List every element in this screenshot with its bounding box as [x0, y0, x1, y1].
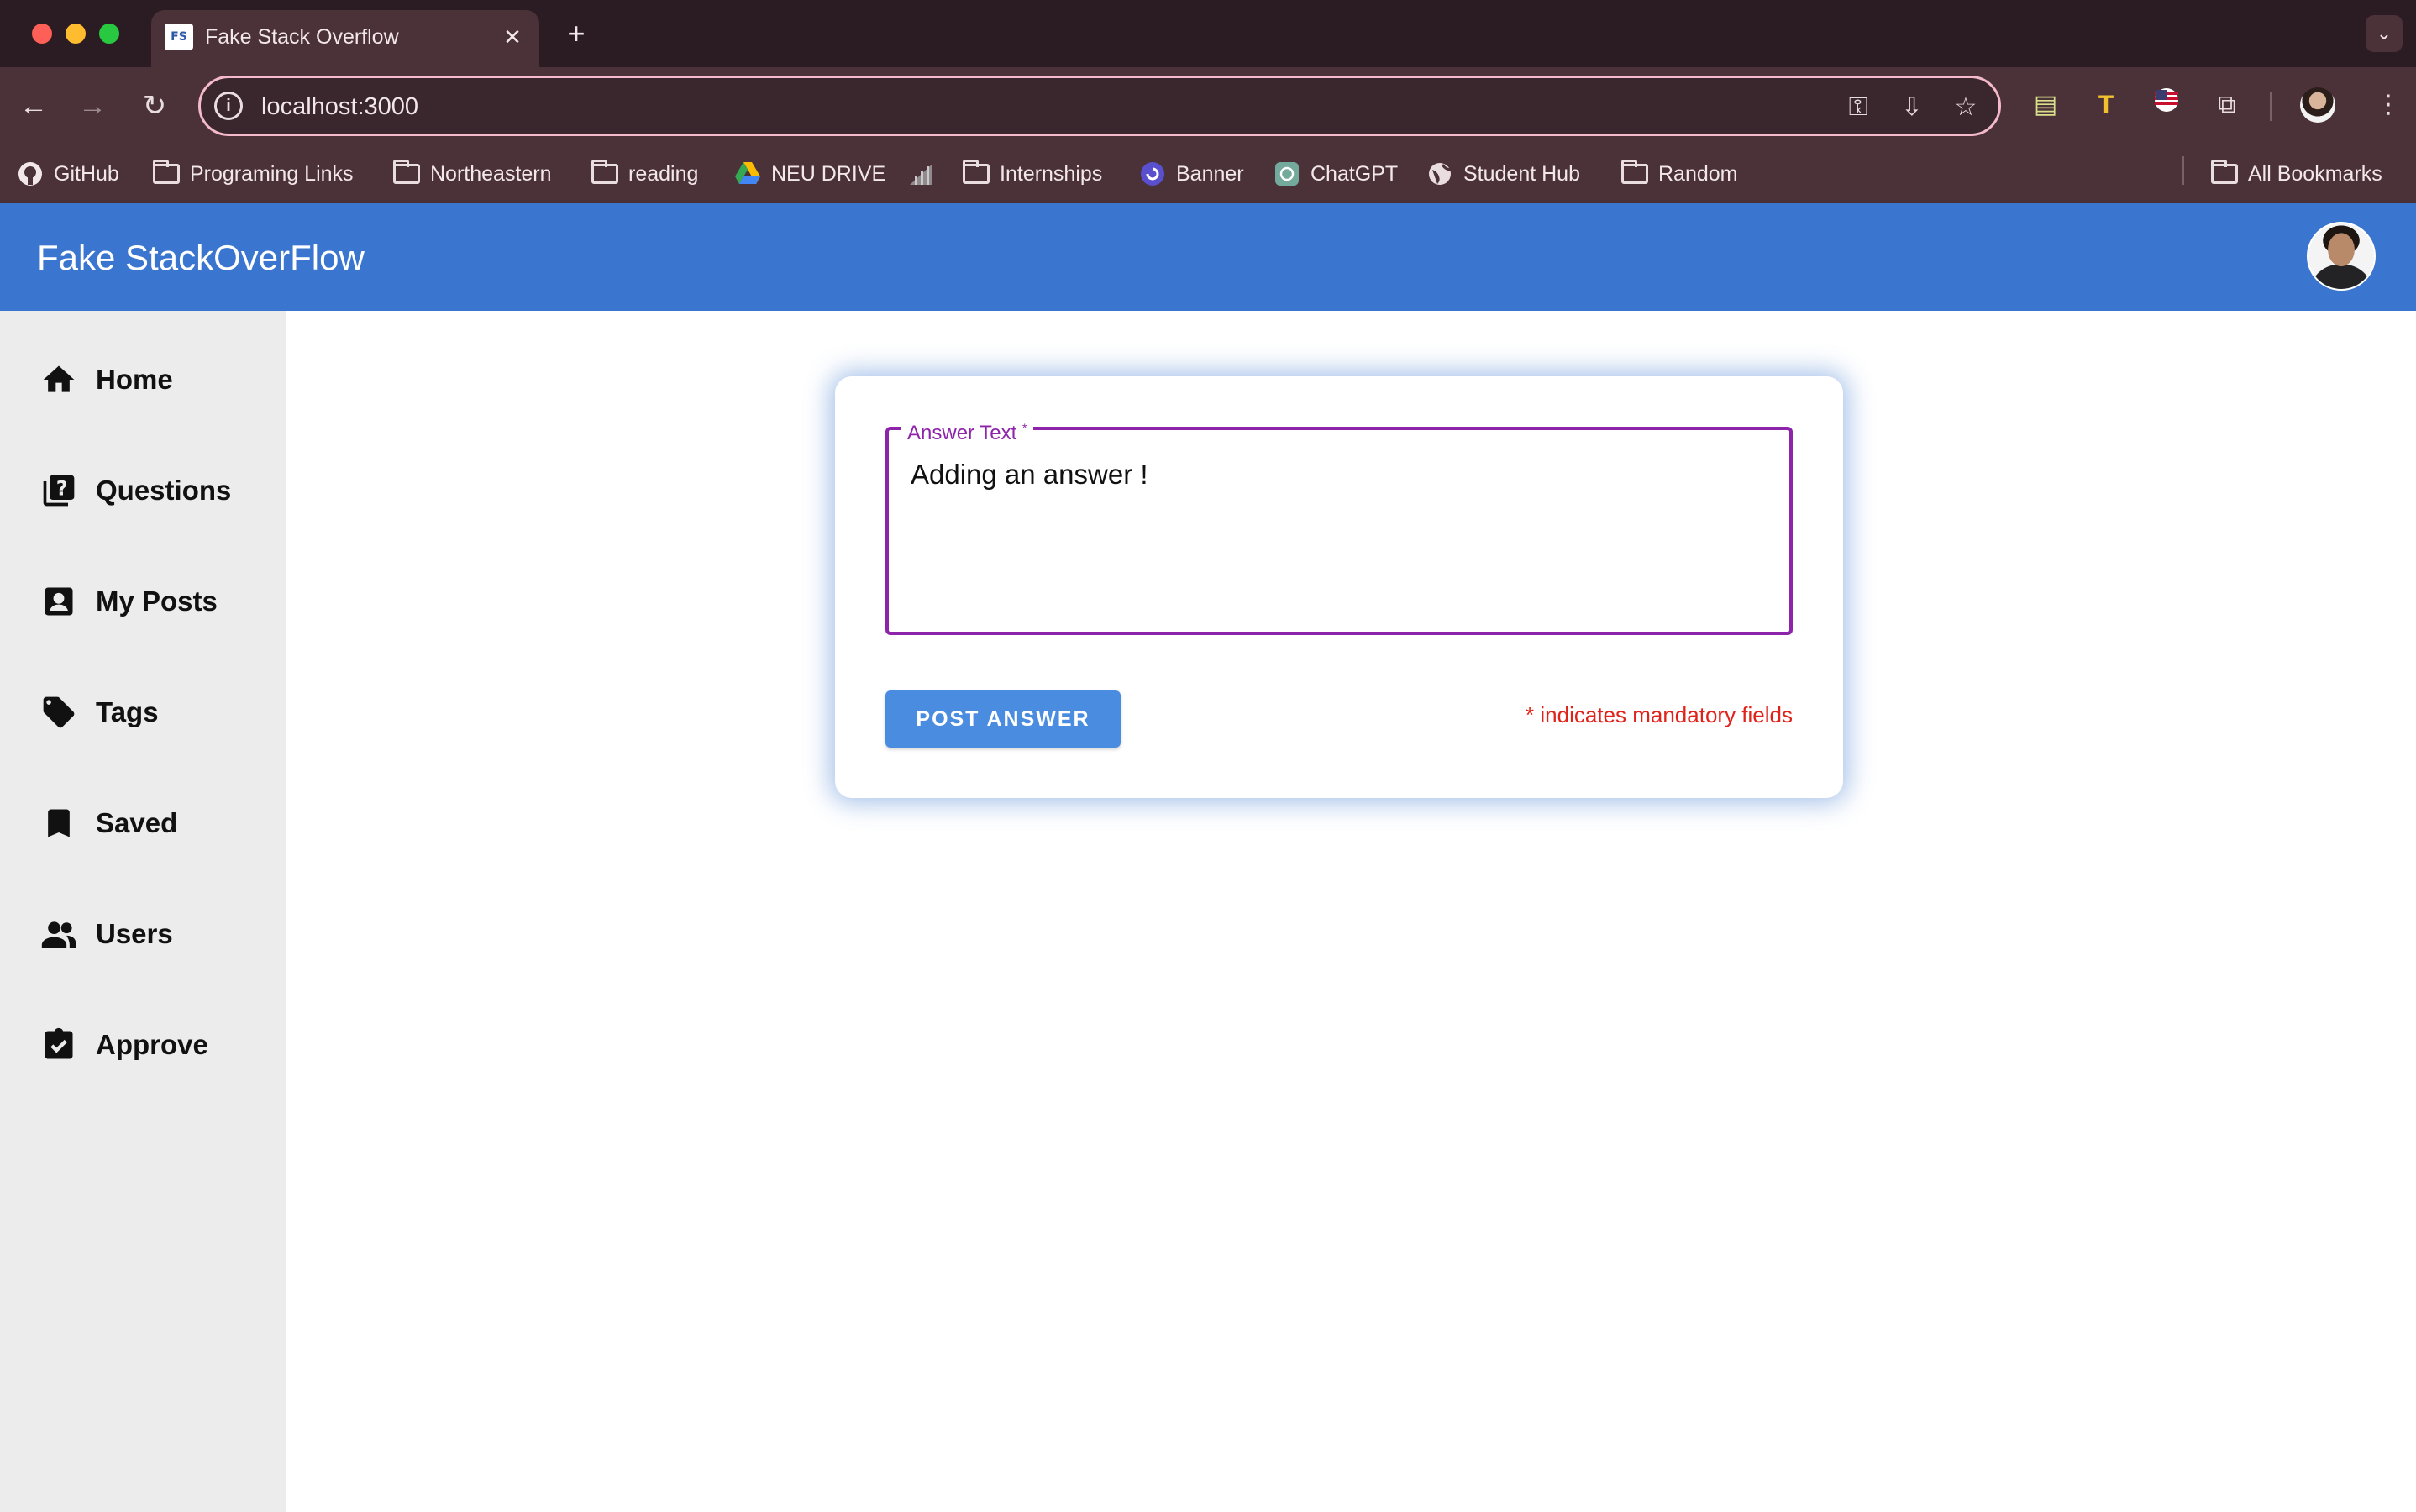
bookmark-reading[interactable]: reading — [591, 156, 698, 192]
sidebar-item-label: Home — [96, 364, 173, 395]
tag-icon — [43, 696, 75, 728]
users-icon — [41, 921, 76, 948]
sidebar-item-home[interactable]: Home — [40, 354, 173, 405]
address-url[interactable]: localhost:3000 — [261, 92, 418, 122]
chart-icon — [907, 160, 934, 187]
tab-title: Fake Stack Overflow — [205, 25, 399, 49]
sidebar-item-my-posts[interactable]: My Posts — [40, 576, 218, 627]
browser-tab-bar: FS Fake Stack Overflow ✕ + ⌄ — [0, 0, 2416, 67]
app-title[interactable]: Fake StackOverFlow — [37, 237, 365, 279]
notes-extension-icon[interactable]: ▤ — [2026, 86, 2065, 124]
toolbar-divider — [2270, 92, 2272, 121]
sidebar-item-tags[interactable]: Tags — [40, 687, 159, 738]
folder-icon — [393, 160, 420, 187]
tab-favicon-icon: FS — [165, 24, 193, 50]
address-bar[interactable]: i localhost:3000 ⚿ ⇩ ☆ — [198, 76, 2001, 136]
github-icon — [17, 160, 44, 187]
text-extension-icon[interactable]: T — [2087, 86, 2125, 124]
browser-profile-avatar[interactable] — [2300, 87, 2335, 123]
sidebar-item-label: Users — [96, 918, 173, 949]
new-tab-icon[interactable]: + — [559, 17, 593, 50]
folder-icon — [591, 160, 618, 187]
answer-text-field[interactable]: Answer Text * Adding an answer ! — [885, 413, 1793, 635]
bookmark-student-hub[interactable]: Student Hub — [1426, 156, 1580, 192]
window-close-button[interactable] — [32, 24, 52, 44]
sidebar-item-approve[interactable]: Approve — [40, 1020, 208, 1070]
flag-extension-icon[interactable] — [2147, 86, 2186, 124]
browser-toolbar: ← → ↻ i localhost:3000 ⚿ ⇩ ☆ ▤ T ⧉ ⋮ — [0, 67, 2416, 144]
window-zoom-button[interactable] — [99, 24, 119, 44]
all-bookmarks[interactable]: All Bookmarks — [2211, 156, 2382, 192]
folder-icon — [153, 160, 180, 187]
post-answer-button[interactable]: POST ANSWER — [885, 690, 1121, 748]
home-icon — [43, 365, 75, 392]
bookmark-chart[interactable] — [907, 156, 934, 192]
chatgpt-icon — [1274, 160, 1300, 187]
answer-form-card: Answer Text * Adding an answer ! POST AN… — [835, 376, 1843, 798]
sidebar-item-users[interactable]: Users — [40, 909, 173, 959]
svg-text:?: ? — [56, 477, 68, 501]
site-info-icon[interactable]: i — [214, 92, 243, 120]
tab-close-icon[interactable]: ✕ — [497, 22, 528, 52]
folder-icon — [2211, 160, 2238, 187]
sidebar-item-label: Approve — [96, 1029, 208, 1060]
questions-icon: ? — [43, 475, 75, 507]
required-marker: * — [1022, 421, 1027, 434]
bookmark-star-icon[interactable]: ☆ — [1948, 90, 1983, 125]
app-header: Fake StackOverFlow — [0, 203, 2416, 311]
sidebar-item-label: My Posts — [96, 585, 218, 617]
browser-tab-active[interactable]: FS Fake Stack Overflow ✕ — [151, 10, 539, 67]
bookmark-northeastern[interactable]: Northeastern — [393, 156, 552, 192]
bookmark-internships[interactable]: Internships — [963, 156, 1102, 192]
sidebar: Home ? Questions My Posts Tags Saved Use… — [0, 311, 286, 1512]
bookmark-neu-drive[interactable]: NEU DRIVE — [734, 156, 885, 192]
sidebar-item-label: Questions — [96, 475, 232, 506]
password-key-icon[interactable]: ⚿ — [1841, 90, 1876, 125]
google-drive-icon — [734, 160, 761, 187]
forward-arrow-icon[interactable]: → — [72, 86, 113, 126]
bookmark-banner[interactable]: Banner — [1139, 156, 1244, 192]
bookmarks-divider — [2182, 156, 2184, 185]
account-box-icon — [45, 587, 73, 616]
folder-icon — [1621, 160, 1648, 187]
clipboard-check-icon — [45, 1027, 73, 1059]
folder-icon — [963, 160, 990, 187]
window-minimize-button[interactable] — [66, 24, 86, 44]
user-avatar[interactable] — [2307, 222, 2376, 291]
answer-text-label: Answer Text * — [901, 413, 1034, 448]
bookmark-github[interactable]: GitHub — [17, 156, 119, 192]
tab-search-chevron-icon[interactable]: ⌄ — [2366, 15, 2403, 52]
browser-menu-icon[interactable]: ⋮ — [2369, 86, 2408, 124]
reload-icon[interactable]: ↻ — [134, 86, 175, 126]
mandatory-fields-note: * indicates mandatory fields — [1526, 702, 1793, 727]
sidebar-item-saved[interactable]: Saved — [40, 798, 177, 848]
sidebar-item-label: Tags — [96, 696, 159, 727]
sidebar-item-questions[interactable]: ? Questions — [40, 465, 231, 516]
bookmark-icon — [48, 809, 70, 837]
bookmark-random[interactable]: Random — [1621, 156, 1738, 192]
banner-icon — [1139, 160, 1166, 187]
install-app-icon[interactable]: ⇩ — [1894, 90, 1930, 125]
extensions-puzzle-icon[interactable]: ⧉ — [2208, 86, 2246, 124]
back-arrow-icon[interactable]: ← — [13, 86, 54, 126]
answer-text-input[interactable]: Adding an answer ! — [911, 457, 1148, 492]
globe-icon — [1426, 160, 1453, 187]
bookmarks-bar: GitHub Programing Links Northeastern rea… — [0, 144, 2416, 203]
sidebar-item-label: Saved — [96, 807, 178, 838]
bookmark-chatgpt[interactable]: ChatGPT — [1274, 156, 1398, 192]
bookmark-programing-links[interactable]: Programing Links — [153, 156, 354, 192]
